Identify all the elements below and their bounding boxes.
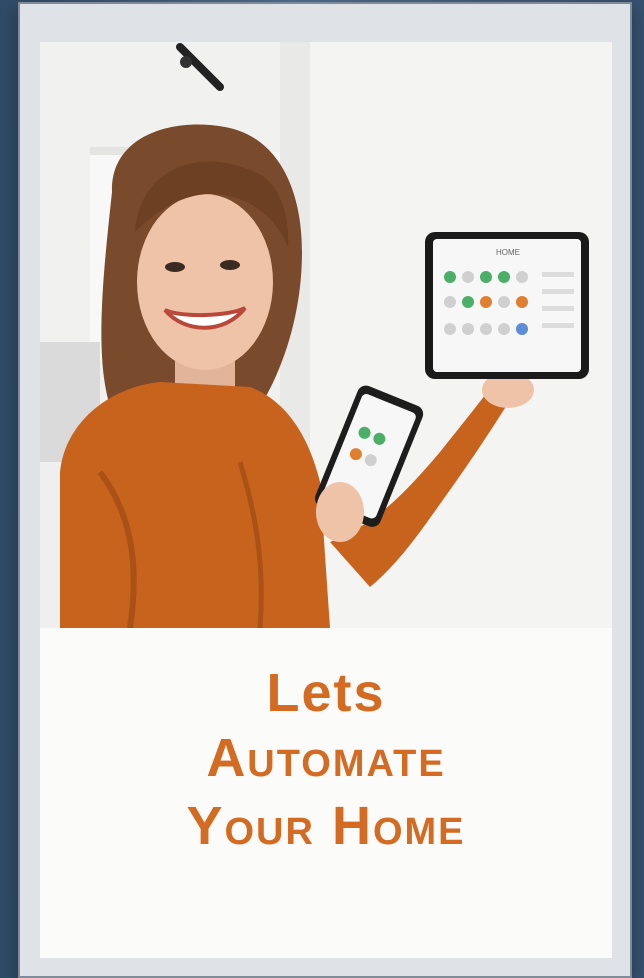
panel-screen-title: HOME: [496, 248, 520, 257]
poster-frame: HOME Lets Automate Your Home: [18, 2, 632, 978]
headline: Lets Automate Your Home: [40, 662, 612, 860]
smart-panel: HOME: [425, 232, 589, 379]
headline-line-1: Lets: [266, 663, 386, 723]
promo-photo: HOME: [40, 42, 612, 628]
headline-line-2: Automate: [206, 728, 446, 788]
smart-home-illustration: HOME: [40, 42, 612, 628]
poster: HOME Lets Automate Your Home: [40, 42, 612, 958]
headline-line-3: Your Home: [186, 796, 466, 856]
